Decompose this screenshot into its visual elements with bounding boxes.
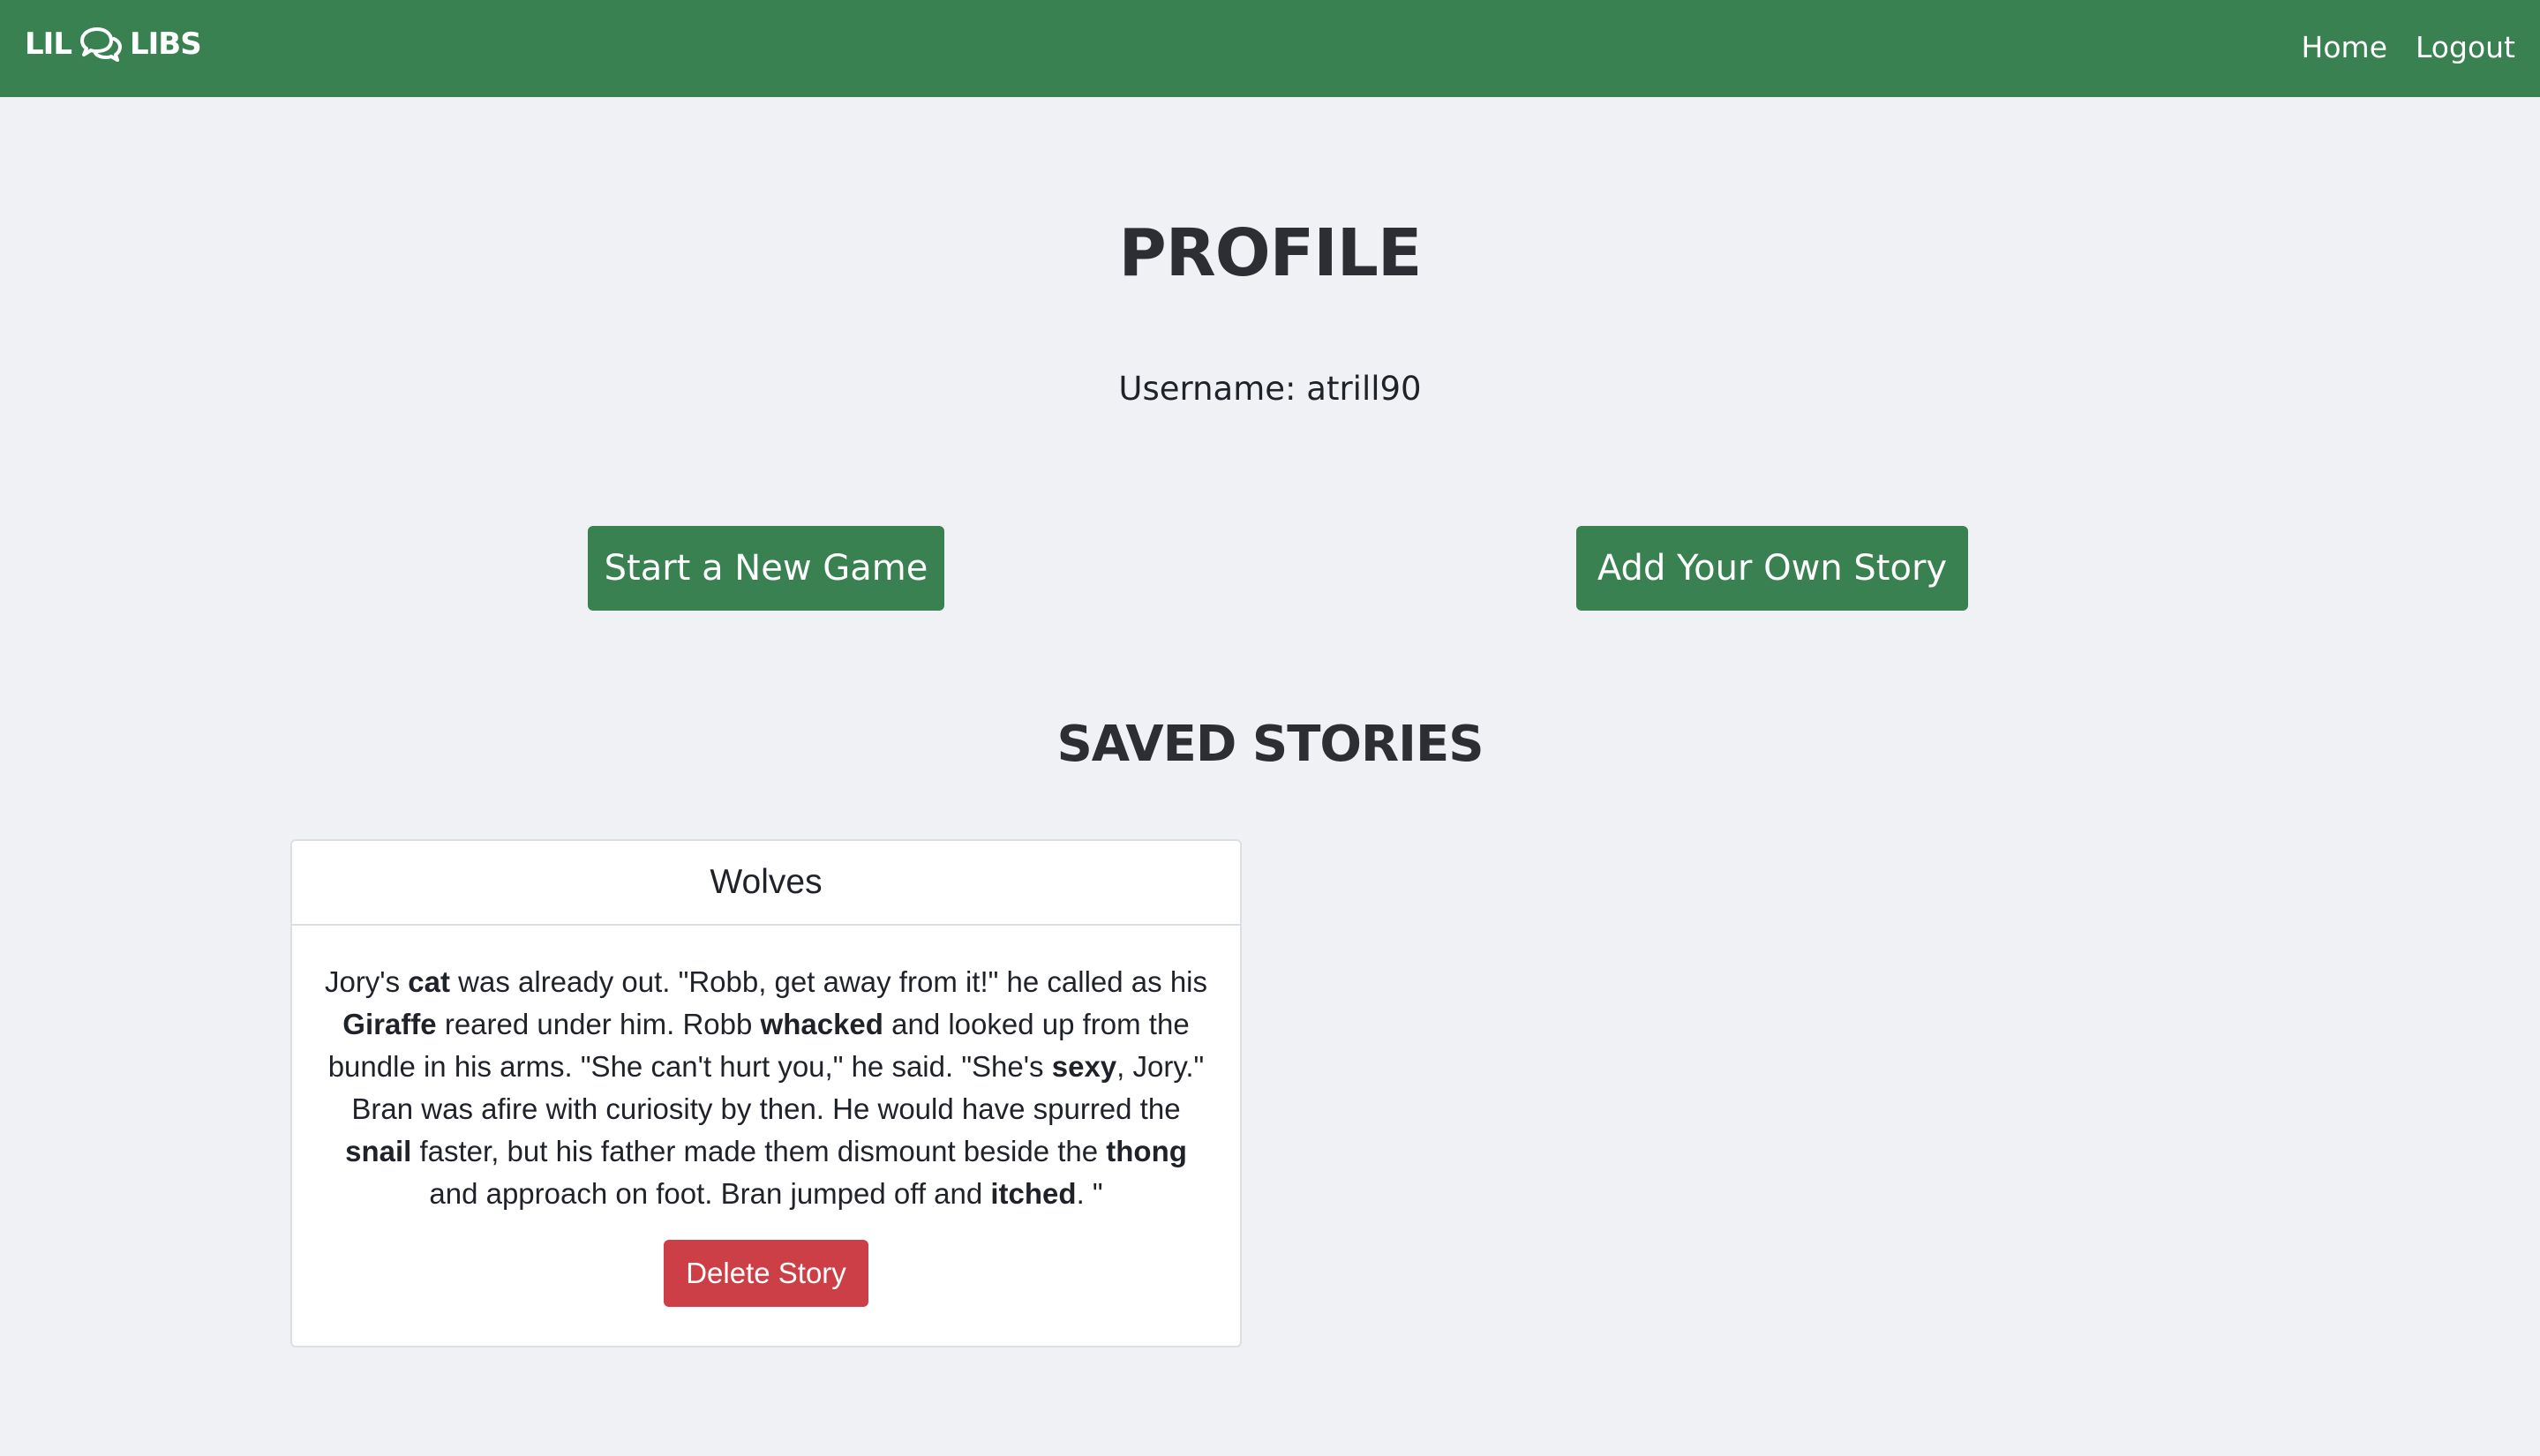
story-filled-word: thong — [1106, 1135, 1187, 1167]
story-text-segment: faster, but his father made them dismoun… — [411, 1135, 1107, 1167]
story-card-header: Wolves — [292, 841, 1240, 926]
username-row: Username: atrill90 — [0, 366, 2540, 412]
nav-links: Home Logout — [2302, 30, 2515, 64]
username-value: atrill90 — [1306, 370, 1422, 408]
brand-logo[interactable]: LIL LIBS — [25, 26, 202, 62]
story-text-segment: and approach on foot. Bran jumped off an… — [429, 1177, 991, 1210]
story-filled-word: itched — [990, 1177, 1077, 1210]
username-label: Username: — [1118, 370, 1296, 408]
story-text-segment: Jory's — [324, 965, 409, 998]
story-filled-word: snail — [345, 1135, 412, 1167]
add-story-button[interactable]: Add Your Own Story — [1576, 526, 1968, 611]
delete-story-button[interactable]: Delete Story — [664, 1240, 868, 1307]
brand-text-left: LIL — [25, 26, 72, 62]
story-text-segment: . " — [1076, 1177, 1103, 1210]
nav-link-logout[interactable]: Logout — [2416, 30, 2515, 64]
story-card: Wolves Jory's cat was already out. "Robb… — [290, 839, 1242, 1347]
chat-bubbles-icon — [79, 27, 122, 62]
navbar: LIL LIBS Home Logout — [0, 0, 2540, 97]
page-title: Profile — [1118, 215, 1423, 291]
story-text-segment: was already out. "Robb, get away from it… — [449, 965, 1208, 998]
story-filled-word: cat — [408, 965, 450, 998]
story-text: Jory's cat was already out. "Robb, get a… — [324, 961, 1208, 1215]
story-filled-word: Giraffe — [342, 1008, 437, 1040]
start-new-game-button[interactable]: Start a New Game — [588, 526, 944, 611]
delete-wrap: Delete Story — [324, 1240, 1208, 1307]
story-filled-word: sexy — [1051, 1050, 1117, 1083]
nav-link-home[interactable]: Home — [2302, 30, 2387, 64]
story-filled-word: whacked — [760, 1008, 883, 1040]
brand-text-right: LIBS — [129, 26, 202, 62]
story-title: Wolves — [710, 863, 823, 901]
story-body: Jory's cat was already out. "Robb, get a… — [292, 926, 1240, 1307]
story-text-segment: reared under him. Robb — [436, 1008, 761, 1040]
saved-stories-title: Saved Stories — [1056, 716, 1484, 773]
